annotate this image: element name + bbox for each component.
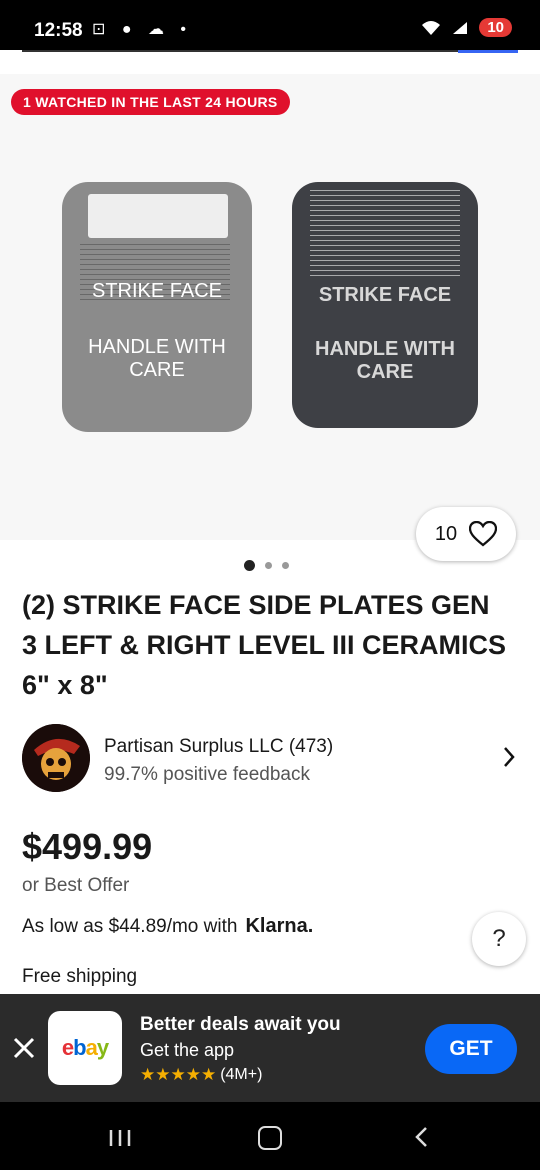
recent-apps-icon[interactable] (108, 1128, 132, 1148)
financing-row[interactable]: As low as $44.89/mo with Klarna. (22, 915, 313, 938)
rating-count: (4M+) (220, 1066, 263, 1083)
battery-indicator: 10 (479, 18, 512, 37)
app-banner: ebay Better deals await you Get the app … (0, 994, 540, 1102)
right-plate-line1: STRIKE FACE (318, 284, 452, 306)
carousel-dot-2[interactable] (265, 562, 272, 569)
search-bar-edge (0, 50, 540, 74)
seller-feedback: 99.7% positive feedback (104, 764, 310, 785)
right-plate-line2: HANDLE WITH CARE (315, 338, 455, 383)
shipping-info: Free shipping (22, 966, 138, 987)
watch-count: 10 (434, 522, 458, 545)
listing-title: (2) STRIKE FACE SIDE PLATES GEN 3 LEFT &… (22, 590, 507, 700)
carousel-dot-3[interactable] (282, 562, 289, 569)
seller-name[interactable]: Partisan Surplus LLC (473) (104, 736, 333, 758)
banner-rating: ★★★★★ (4M+) (140, 1065, 262, 1085)
financing-text: As low as $44.89/mo with (22, 915, 238, 937)
right-plate-image: STRIKE FACE HANDLE WITH CARE (292, 182, 478, 428)
heart-icon (469, 521, 498, 547)
klarna-logo: Klarna. (245, 915, 314, 937)
watched-badge: 1 WATCHED IN THE LAST 24 HOURS (11, 89, 290, 115)
price: $499.99 (22, 826, 153, 867)
left-plate-image: STRIKE FACE HANDLE WITH CARE (62, 182, 252, 432)
carousel-dots (244, 560, 289, 571)
best-offer: or Best Offer (22, 875, 130, 896)
left-plate-line2: HANDLE WITH CARE (88, 336, 226, 381)
ebay-app-logo: ebay (48, 1011, 122, 1085)
status-right: 10 (421, 18, 512, 37)
back-icon[interactable] (412, 1126, 430, 1148)
get-app-button[interactable]: GET (425, 1024, 517, 1074)
watch-button[interactable]: 10 (416, 507, 516, 561)
home-icon[interactable] (258, 1126, 282, 1150)
system-nav-bar (0, 1102, 540, 1170)
seller-avatar (22, 724, 90, 792)
status-bar: 12:58 ⊡ ● ☁ • 10 (0, 0, 540, 50)
status-time: 12:58 (34, 20, 83, 41)
help-button[interactable]: ? (472, 912, 526, 966)
left-plate-line1: STRIKE FACE (91, 280, 223, 302)
question-icon: ? (492, 925, 506, 952)
close-icon[interactable] (10, 1034, 38, 1062)
wifi-icon (422, 20, 441, 35)
notification-icons: ⊡ ● ☁ • (92, 21, 193, 38)
signal-icon (453, 21, 468, 34)
carousel-dot-1[interactable] (244, 560, 255, 571)
chevron-right-icon[interactable] (502, 746, 516, 768)
star-rating-icon: ★★★★★ (140, 1065, 217, 1084)
banner-subtitle: Get the app (140, 1040, 235, 1060)
seller-row[interactable]: Partisan Surplus LLC (473) 99.7% positiv… (22, 724, 518, 794)
banner-title: Better deals await you (140, 1014, 341, 1035)
